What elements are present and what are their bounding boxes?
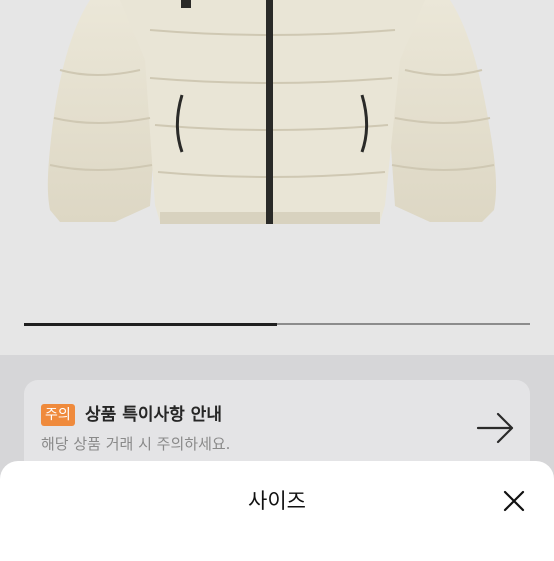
size-bottom-sheet: 사이즈: [0, 461, 554, 561]
arrow-right-icon[interactable]: [476, 410, 516, 446]
product-image[interactable]: [0, 0, 554, 355]
notice-description: 해당 상품 거래 시 주의하세요.: [41, 435, 231, 453]
notice-title: 상품 특이사항 안내: [85, 405, 222, 425]
warning-badge: 주의: [41, 404, 75, 426]
sheet-title: 사이즈: [248, 489, 306, 513]
carousel-progress-fill: [24, 322, 277, 326]
close-icon[interactable]: [502, 489, 526, 513]
carousel-progress[interactable]: [24, 322, 530, 326]
puffer-jacket-image: [47, 0, 497, 224]
